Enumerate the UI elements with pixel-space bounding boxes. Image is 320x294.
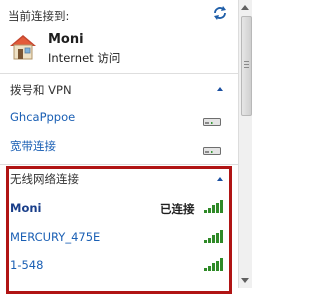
current-network-status: Internet 访问 bbox=[48, 51, 121, 65]
scroll-thumb[interactable] bbox=[241, 16, 252, 116]
thumb-grip bbox=[244, 61, 249, 62]
modem-icon bbox=[203, 118, 221, 126]
refresh-icon[interactable] bbox=[211, 4, 229, 22]
thumb-grip bbox=[244, 64, 249, 65]
dialup-item-label: GhcaPppoe bbox=[10, 110, 76, 124]
dialup-item-label: 宽带连接 bbox=[10, 139, 56, 153]
scroll-up-arrow-icon[interactable] bbox=[241, 5, 249, 10]
vertical-scrollbar[interactable] bbox=[238, 0, 252, 288]
current-network-name: Moni bbox=[48, 32, 84, 47]
wireless-highlight-box bbox=[6, 166, 232, 294]
network-flyout-panel: 当前连接到: Moni Internet 访问 拨号和 VPN GhcaPppo… bbox=[0, 0, 238, 294]
dialup-section-title: 拨号和 VPN bbox=[10, 83, 72, 97]
divider bbox=[0, 164, 238, 165]
header-title: 当前连接到: bbox=[8, 9, 70, 23]
thumb-grip bbox=[244, 67, 249, 68]
scroll-down-arrow-icon[interactable] bbox=[241, 278, 249, 283]
dialup-item[interactable]: GhcaPppoe bbox=[0, 106, 238, 130]
collapse-arrow-icon[interactable] bbox=[217, 87, 223, 91]
modem-icon bbox=[203, 147, 221, 155]
divider bbox=[0, 73, 238, 74]
home-network-icon bbox=[8, 33, 38, 61]
dialup-item[interactable]: 宽带连接 bbox=[0, 134, 238, 158]
